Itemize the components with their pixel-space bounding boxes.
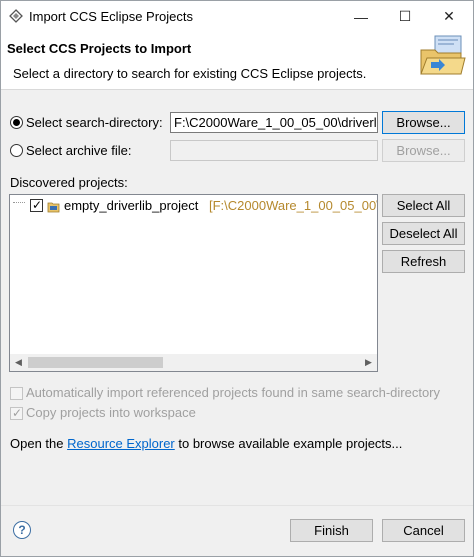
window-title: Import CCS Eclipse Projects [29, 9, 193, 24]
ccs-project-icon [47, 202, 60, 213]
archive-file-radio[interactable] [10, 144, 23, 157]
cancel-button[interactable]: Cancel [382, 519, 465, 542]
resource-explorer-link[interactable]: Resource Explorer [67, 436, 175, 451]
resource-suffix: to browse available example projects... [174, 436, 403, 451]
finish-button[interactable]: Finish [290, 519, 373, 542]
tree-line [13, 202, 25, 203]
project-path: [F:\C2000Ware_1_00_05_00\driverlib\f2837… [209, 198, 377, 213]
browse-archive-button[interactable]: Browse... [382, 139, 465, 162]
auto-import-checkbox[interactable] [10, 387, 23, 400]
deselect-all-button[interactable]: Deselect All [382, 222, 465, 245]
copy-projects-checkbox[interactable]: ✓ [10, 406, 23, 420]
resource-explorer-text: Open the Resource Explorer to browse ava… [10, 436, 402, 451]
check-icon: ✓ [12, 406, 23, 420]
app-icon [9, 9, 23, 23]
close-button[interactable]: ✕ [427, 1, 471, 32]
wizard-title: Select CCS Projects to Import [7, 41, 192, 56]
auto-import-label: Automatically import referenced projects… [26, 385, 441, 400]
select-all-button[interactable]: Select All [382, 194, 465, 217]
scroll-left-icon[interactable]: ◀ [10, 354, 27, 371]
refresh-button[interactable]: Refresh [382, 250, 465, 273]
archive-file-label: Select archive file: [26, 143, 132, 158]
scroll-right-icon[interactable]: ▶ [360, 354, 377, 371]
project-name: empty_driverlib_project [64, 198, 199, 213]
folder-import-icon [420, 35, 466, 75]
footer-divider [1, 505, 473, 506]
minimize-button[interactable]: — [339, 1, 383, 32]
help-icon[interactable]: ? [13, 521, 31, 539]
search-directory-label: Select search-directory: [26, 115, 163, 130]
maximize-button[interactable]: ☐ [383, 1, 427, 32]
project-checkbox[interactable]: ✓ [30, 198, 43, 212]
project-row[interactable]: ✓ empty_driverlib_project [F:\C2000Ware_… [13, 198, 377, 216]
check-icon: ✓ [32, 198, 43, 212]
projects-list[interactable] [9, 194, 378, 372]
horizontal-scrollbar[interactable]: ◀ ▶ [10, 354, 377, 371]
scroll-thumb[interactable] [28, 357, 163, 368]
browse-directory-button[interactable]: Browse... [382, 111, 465, 134]
import-dialog: Import CCS Eclipse Projects — ☐ ✕ Select… [0, 0, 474, 557]
copy-projects-label: Copy projects into workspace [26, 405, 196, 420]
resource-prefix: Open the [10, 436, 68, 451]
search-directory-radio[interactable] [10, 116, 23, 129]
wizard-description: Select a directory to search for existin… [13, 66, 367, 81]
discovered-projects-label: Discovered projects: [10, 175, 128, 190]
search-directory-field[interactable]: F:\C2000Ware_1_00_05_00\driverlib [170, 112, 378, 133]
archive-file-field[interactable] [170, 140, 378, 161]
